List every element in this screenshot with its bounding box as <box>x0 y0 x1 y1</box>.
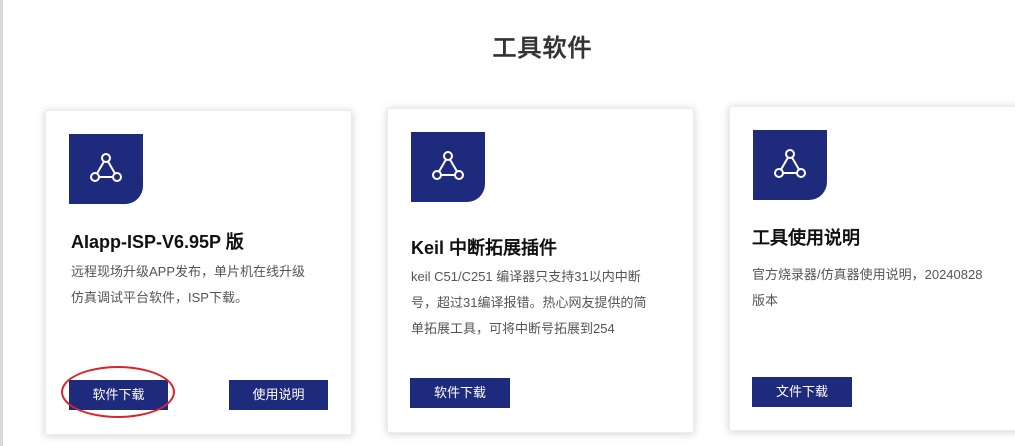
download-software-button[interactable]: 软件下载 <box>69 380 168 410</box>
triangle-network-icon <box>69 134 143 204</box>
description-line: 官方烧录器/仿真器使用说明，20240828 <box>752 267 983 282</box>
card-keil-interrupt: Keil 中断拓展插件 keil C51/C251 编译器只支持31以内中断 号… <box>387 108 694 433</box>
triangle-network-icon <box>411 132 485 202</box>
description-line: 单拓展工具，可将中断号拓展到254 <box>411 321 615 336</box>
description-line: 号，超过31编译报错。热心网友提供的简 <box>411 295 647 310</box>
description-line: keil C51/C251 编译器只支持31以内中断 <box>411 269 641 284</box>
usage-guide-button[interactable]: 使用说明 <box>229 380 328 410</box>
triangle-network-icon <box>753 130 827 200</box>
card-description: 官方烧录器/仿真器使用说明，20240828 版本 <box>752 262 1015 314</box>
description-line: 版本 <box>752 293 779 308</box>
card-title: Keil 中断拓展插件 <box>411 238 558 258</box>
download-software-button[interactable]: 软件下载 <box>410 378 510 408</box>
card-title: 工具使用说明 <box>752 228 860 248</box>
description-line: 远程现场升级APP发布，单片机在线升级 <box>71 264 306 279</box>
card-title: AIapp-ISP-V6.95P 版 <box>71 232 244 252</box>
section-title: 工具软件 <box>492 35 593 62</box>
card-description: 远程现场升级APP发布，单片机在线升级 仿真调试平台软件，ISP下载。 <box>71 259 346 311</box>
card-aiapp-isp: AIapp-ISP-V6.95P 版 远程现场升级APP发布，单片机在线升级 仿… <box>45 110 352 435</box>
description-line: 仿真调试平台软件，ISP下载。 <box>71 290 248 305</box>
card-description: keil C51/C251 编译器只支持31以内中断 号，超过31编译报错。热心… <box>411 264 691 342</box>
card-tool-manual: 工具使用说明 官方烧录器/仿真器使用说明，20240828 版本 文件下载 <box>729 106 1015 431</box>
download-file-button[interactable]: 文件下载 <box>752 377 852 407</box>
left-divider <box>0 0 3 446</box>
